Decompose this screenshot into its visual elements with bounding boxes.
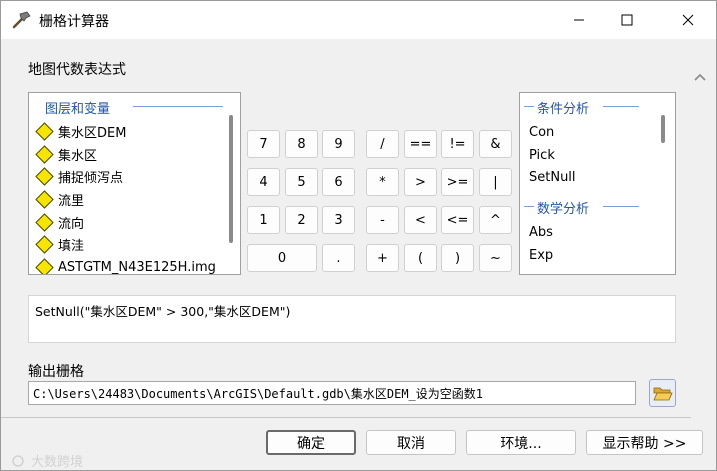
key-and[interactable]: & [479,130,512,158]
key-equal[interactable]: == [404,130,437,158]
functions-header-rule [524,206,534,207]
functions-group-header: 条件分析 [537,102,590,117]
key-multiply[interactable]: * [366,168,399,196]
layer-item-label: 流向 [58,216,85,232]
diamond-layer-icon [35,144,54,164]
maximize-icon [621,14,633,26]
expression-textarea[interactable]: SetNull("集水区DEM" > 300,"集水区DEM") [28,295,676,343]
key-plus[interactable]: + [366,244,399,272]
layer-item[interactable]: ASTGTM_N43E125H.img [35,256,216,275]
key-greater[interactable]: > [404,168,437,196]
layer-item-label: 集水区DEM [58,125,127,141]
key-minus[interactable]: - [366,206,399,234]
browse-folder-button[interactable] [649,379,676,407]
functions-list[interactable]: 条件分析 Con Pick SetNull 数学分析 Abs Exp [519,92,676,275]
key-power[interactable]: ^ [479,206,512,234]
key-4[interactable]: 4 [247,168,280,196]
layer-item-label: ASTGTM_N43E125H.img [58,259,216,275]
key-not-equal[interactable]: != [441,130,474,158]
maximize-button[interactable] [604,1,650,39]
key-6[interactable]: 6 [322,168,355,196]
function-item[interactable]: Con [529,125,554,140]
diamond-layer-icon [35,189,54,209]
minimize-icon [574,19,584,21]
function-item[interactable]: Pick [529,148,555,163]
functions-header-rule [603,206,639,207]
folder-open-icon [652,387,673,400]
layer-item[interactable]: 流里 [35,188,84,210]
layer-item[interactable]: 流向 [35,211,84,233]
key-0[interactable]: 0 [247,244,317,272]
key-decimal[interactable]: . [322,244,355,272]
close-button[interactable] [665,1,711,39]
key-close-paren[interactable]: ) [441,244,474,272]
key-open-paren[interactable]: ( [404,244,437,272]
key-8[interactable]: 8 [285,130,318,158]
functions-scroll-thumb[interactable] [661,115,665,143]
diamond-layer-icon [35,166,54,186]
function-item[interactable]: SetNull [529,170,576,185]
layer-item[interactable]: 集水区DEM [35,120,126,142]
diamond-layer-icon [35,257,54,274]
dialog-body: 地图代数表达式 图层和变量 集水区DEM 集水区 捕捉倾泻点 流里 流向 填洼 … [1,39,716,470]
layers-list[interactable]: 图层和变量 集水区DEM 集水区 捕捉倾泻点 流里 流向 填洼 ASTGTM_N… [28,92,241,275]
footer-separator [1,417,691,418]
minimize-button[interactable] [556,1,602,39]
close-icon [682,14,694,26]
dialog-scrollbar[interactable] [691,47,709,452]
title-bar: 栅格计算器 [1,1,716,39]
ok-button[interactable]: 确定 [266,430,356,455]
key-7[interactable]: 7 [247,130,280,158]
functions-header-rule [603,106,639,107]
key-9[interactable]: 9 [322,130,355,158]
key-3[interactable]: 3 [322,206,355,234]
watermark: 大数跨境 [9,451,83,470]
diamond-layer-icon [35,212,54,232]
layer-item[interactable]: 集水区 [35,143,97,165]
layers-header: 图层和变量 [45,102,111,117]
functions-group-header: 数学分析 [537,202,590,217]
environments-button[interactable]: 环境... [466,430,576,455]
layers-scroll-thumb[interactable] [229,115,233,243]
diamond-layer-icon [35,121,54,141]
key-or[interactable]: | [479,168,512,196]
watermark-text: 大数跨境 [31,455,84,470]
cancel-button[interactable]: 取消 [366,430,456,455]
hammer-icon [12,11,31,29]
key-not[interactable]: ~ [479,244,512,272]
key-greater-equal[interactable]: >= [441,168,474,196]
layer-item-label: 填洼 [58,238,85,254]
output-raster-field[interactable]: C:\Users\24483\Documents\ArcGIS\Default.… [28,381,636,405]
layers-header-rule [133,106,223,107]
expression-label: 地图代数表达式 [28,62,126,78]
layer-item-label: 流里 [58,193,85,209]
raster-calculator-window: 栅格计算器 地图代数表达式 图层和变量 集水区DEM 集水区 捕捉倾泻点 流里 … [0,0,717,471]
key-1[interactable]: 1 [247,206,280,234]
output-raster-label: 输出栅格 [28,364,84,380]
layer-item[interactable]: 捕捉倾泻点 [35,165,123,187]
key-divide[interactable]: / [366,130,399,158]
show-help-button[interactable]: 显示帮助 >> [586,430,703,455]
functions-header-rule [524,106,534,107]
layer-item-label: 集水区 [58,148,98,164]
watermark-logo-icon [12,454,24,467]
function-item[interactable]: Exp [529,248,553,263]
layer-item-label: 捕捉倾泻点 [58,170,124,186]
scroll-up-icon[interactable] [691,69,709,85]
layer-item[interactable]: 填洼 [35,233,84,255]
key-5[interactable]: 5 [285,168,318,196]
diamond-layer-icon [35,234,54,254]
key-less-equal[interactable]: <= [441,206,474,234]
window-title: 栅格计算器 [39,14,109,30]
key-less[interactable]: < [404,206,437,234]
function-item[interactable]: Abs [529,225,553,240]
key-2[interactable]: 2 [285,206,318,234]
